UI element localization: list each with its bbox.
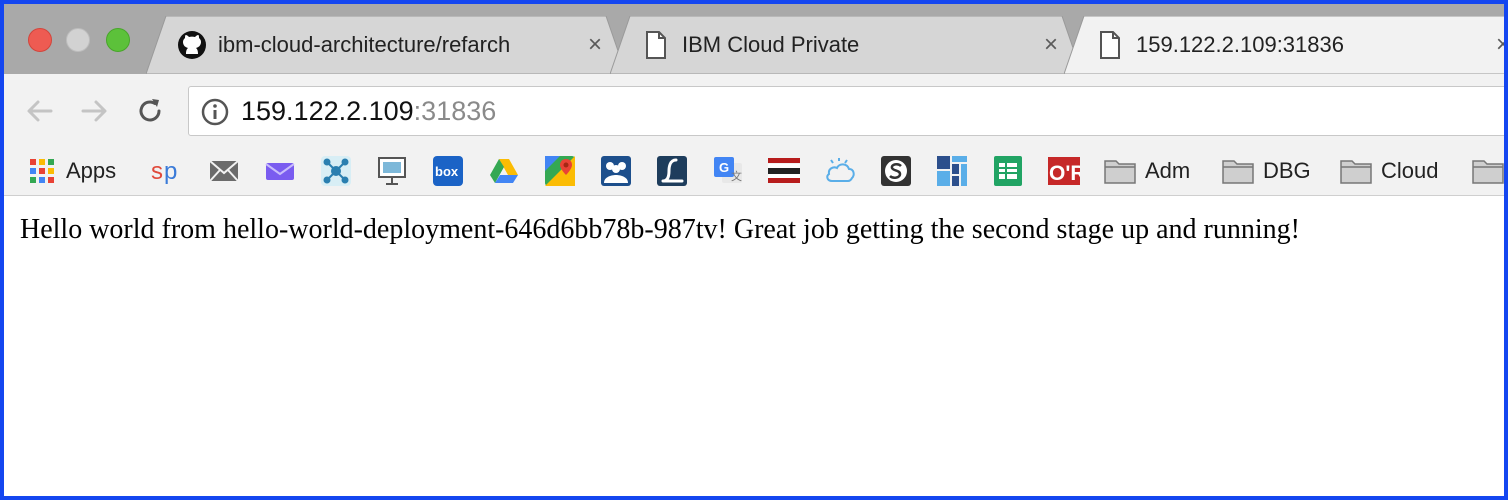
bookmark-label: Adm <box>1145 158 1191 183</box>
forward-button[interactable] <box>76 93 112 129</box>
bookmark-folder-dbg[interactable]: DBG <box>1222 154 1311 188</box>
tab-active-localhost[interactable]: 159.122.2.109:31836 × <box>1064 16 1504 74</box>
sp-icon: sp <box>150 155 182 187</box>
tab-ibm-cloud-private[interactable]: IBM Cloud Private × <box>610 16 1082 74</box>
or-logo-icon: O'R <box>1048 155 1080 187</box>
bookmark-or-logo[interactable]: O'R <box>1048 154 1080 188</box>
svg-text:p: p <box>164 158 177 185</box>
tab-title: IBM Cloud Private <box>682 32 860 57</box>
bookmark-l-logo[interactable] <box>656 154 688 188</box>
tab-title: ibm-cloud-architecture/refarch <box>218 32 511 57</box>
team-icon <box>600 155 632 187</box>
svg-text:box: box <box>435 164 459 179</box>
bookmark-s-circle[interactable] <box>880 154 912 188</box>
reload-icon <box>139 99 161 122</box>
tab-title: 159.122.2.109:31836 <box>1136 32 1344 57</box>
tab-close-icon[interactable]: × <box>1490 31 1504 59</box>
bookmark-folder-adm[interactable]: Adm <box>1104 154 1190 188</box>
info-icon[interactable] <box>201 98 229 126</box>
monitor-icon <box>376 155 408 187</box>
sheets-icon <box>992 155 1024 187</box>
folder-icon <box>1472 160 1504 184</box>
bookmark-grid-blocks[interactable] <box>936 154 968 188</box>
document-icon <box>640 29 672 61</box>
back-button[interactable] <box>22 93 58 129</box>
reload-button[interactable] <box>132 93 168 129</box>
bookmark-folder-cloud[interactable]: Cloud <box>1340 154 1438 188</box>
bookmark-apps[interactable]: Apps <box>28 154 116 188</box>
bookmark-label: Apps <box>66 158 117 183</box>
bookmark-box[interactable]: box <box>432 154 464 188</box>
bookmark-label: Cloud <box>1381 158 1439 183</box>
address-url[interactable]: 159.122.2.109:31836 <box>241 87 496 135</box>
svg-text:O'R: O'R <box>1049 162 1080 185</box>
google-drive-icon <box>488 155 520 187</box>
window-maximize-button[interactable] <box>106 28 130 52</box>
bookmark-monitor[interactable] <box>376 154 408 188</box>
bookmark-google-maps[interactable] <box>544 154 576 188</box>
bookmark-mail[interactable] <box>208 154 240 188</box>
grid-blocks-icon <box>936 155 968 187</box>
folder-icon <box>1222 160 1254 184</box>
github-icon <box>176 29 208 61</box>
svg-text:s: s <box>151 158 163 185</box>
mail-icon <box>208 155 240 187</box>
tab-close-icon[interactable]: × <box>582 31 608 59</box>
folder-icon <box>1104 160 1136 184</box>
bookmark-envelope[interactable] <box>264 154 296 188</box>
title-bar: ibm-cloud-architecture/refarch × IBM Clo… <box>4 4 1504 74</box>
folder-icon <box>1340 160 1372 184</box>
network-icon <box>320 155 352 187</box>
box-icon: box <box>432 155 464 187</box>
svg-text:G: G <box>719 160 729 175</box>
url-port: :31836 <box>413 96 497 126</box>
back-arrow-icon <box>27 100 53 122</box>
navigation-toolbar: 159.122.2.109:31836 <box>4 74 1504 148</box>
flag-stripes-icon <box>768 155 800 187</box>
page-message: Hello world from hello-world-deployment-… <box>20 214 1300 245</box>
google-translate-icon: G文 <box>712 155 744 187</box>
bookmark-sheets[interactable] <box>992 154 1024 188</box>
s-circle-icon <box>880 155 912 187</box>
bookmark-cloud[interactable] <box>824 154 856 188</box>
bookmark-sp[interactable]: sp <box>150 154 182 188</box>
url-host: 159.122.2.109 <box>241 96 414 126</box>
document-icon <box>1094 29 1126 61</box>
bookmark-folder-overflow[interactable] <box>1472 154 1504 188</box>
bookmark-label: DBG <box>1263 158 1311 183</box>
browser-window: ibm-cloud-architecture/refarch × IBM Clo… <box>0 0 1508 500</box>
bookmarks-bar: Apps sp box G文 O'R Adm DBG Cloud <box>4 148 1504 196</box>
bookmark-google-translate[interactable]: G文 <box>712 154 744 188</box>
window-close-button[interactable] <box>28 28 52 52</box>
window-minimize-button[interactable] <box>66 28 90 52</box>
cloud-icon <box>824 155 856 187</box>
address-bar[interactable]: 159.122.2.109:31836 <box>188 86 1504 136</box>
bookmark-google-drive[interactable] <box>488 154 520 188</box>
bookmark-flag[interactable] <box>768 154 800 188</box>
bookmark-network[interactable] <box>320 154 352 188</box>
bookmark-team[interactable] <box>600 154 632 188</box>
tab-close-icon[interactable]: × <box>1038 31 1064 59</box>
forward-arrow-icon <box>81 100 107 122</box>
tab-github-refarch[interactable]: ibm-cloud-architecture/refarch × <box>146 16 626 74</box>
apps-grid-icon <box>30 159 54 183</box>
envelope-icon <box>264 155 296 187</box>
svg-text:文: 文 <box>731 169 742 183</box>
google-maps-icon <box>544 155 576 187</box>
l-logo-icon <box>656 155 688 187</box>
